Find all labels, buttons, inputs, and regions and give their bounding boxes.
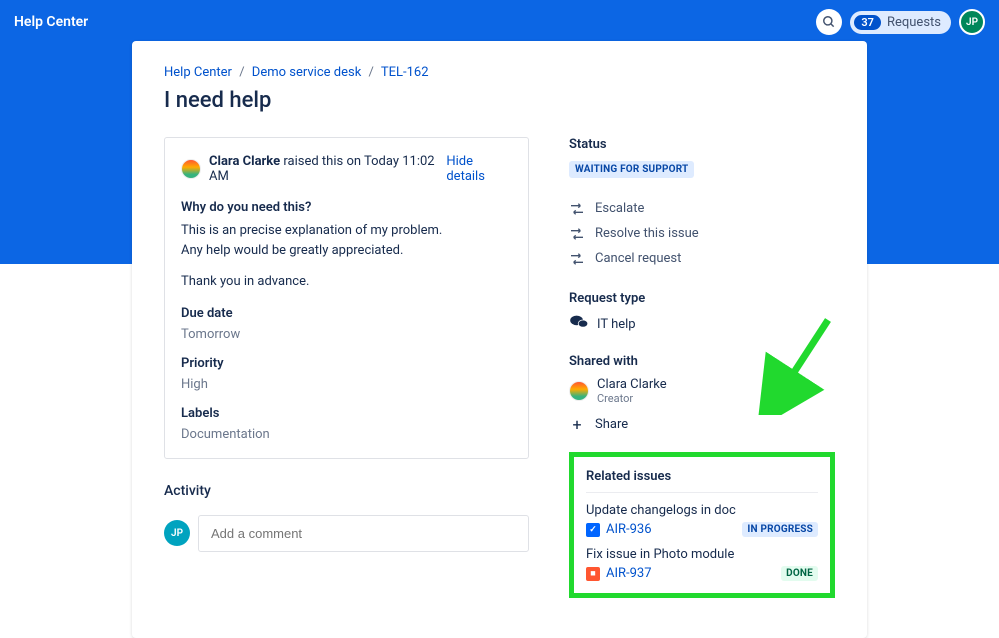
resolve-action[interactable]: Resolve this issue — [569, 221, 835, 246]
request-type-value: IT help — [597, 317, 636, 332]
status-heading: Status — [569, 137, 835, 152]
reporter-name: Clara Clarke — [209, 154, 280, 169]
transition-icon — [569, 202, 585, 216]
share-button[interactable]: + Share — [569, 415, 835, 434]
search-icon — [822, 15, 836, 29]
shared-with-heading: Shared with — [569, 354, 835, 369]
request-type-heading: Request type — [569, 291, 835, 306]
why-label: Why do you need this? — [181, 200, 512, 215]
hide-details-link[interactable]: Hide details — [446, 154, 512, 184]
search-button[interactable] — [816, 9, 842, 35]
related-issue-key[interactable]: AIR-936 — [606, 522, 652, 537]
comment-avatar: JP — [164, 520, 190, 546]
related-issues-panel: Related issues Update changelogs in doc … — [569, 452, 835, 598]
page-title: I need help — [164, 88, 835, 113]
comment-input[interactable] — [198, 515, 529, 552]
related-issue-key[interactable]: AIR-937 — [606, 566, 652, 581]
requests-count-badge: 37 — [854, 15, 881, 30]
related-issue-summary: Fix issue in Photo module — [586, 547, 818, 562]
related-issue-status: DONE — [781, 566, 818, 581]
priority-label: Priority — [181, 356, 512, 371]
brand-title[interactable]: Help Center — [14, 14, 88, 30]
breadcrumb-issue[interactable]: TEL-162 — [381, 65, 429, 80]
requests-label: Requests — [887, 15, 941, 30]
due-date-label: Due date — [181, 306, 512, 321]
shared-role: Creator — [597, 392, 667, 405]
priority-value: High — [181, 377, 512, 392]
issue-type-icon: ■ — [586, 567, 600, 581]
labels-value: Documentation — [181, 427, 512, 442]
shared-name: Clara Clarke — [597, 377, 667, 392]
related-issue: Fix issue in Photo module ■ AIR-937 DONE — [586, 547, 818, 581]
due-date-value: Tomorrow — [181, 327, 512, 342]
issue-type-icon: ✓ — [586, 523, 600, 537]
user-avatar[interactable]: JP — [959, 9, 985, 35]
plus-icon: + — [569, 415, 585, 434]
breadcrumb-project[interactable]: Demo service desk — [252, 65, 362, 80]
related-issue: Update changelogs in doc ✓ AIR-936 IN PR… — [586, 503, 818, 537]
cancel-action[interactable]: Cancel request — [569, 246, 835, 271]
related-issue-summary: Update changelogs in doc — [586, 503, 818, 518]
related-issues-heading: Related issues — [586, 469, 818, 484]
status-badge: WAITING FOR SUPPORT — [569, 161, 694, 178]
related-issue-status: IN PROGRESS — [742, 522, 818, 537]
shared-avatar — [569, 381, 589, 401]
transition-icon — [569, 252, 585, 266]
activity-heading: Activity — [164, 483, 529, 499]
reporter-avatar — [181, 159, 201, 179]
why-body: This is an precise explanation of my pro… — [181, 221, 512, 292]
labels-label: Labels — [181, 406, 512, 421]
breadcrumb-help-center[interactable]: Help Center — [164, 65, 232, 80]
details-panel: Clara Clarke raised this on Today 11:02 … — [164, 137, 529, 459]
breadcrumb: Help Center / Demo service desk / TEL-16… — [164, 65, 835, 80]
transition-icon — [569, 227, 585, 241]
requests-button[interactable]: 37 Requests — [850, 11, 951, 34]
chat-icon — [569, 314, 589, 334]
escalate-action[interactable]: Escalate — [569, 196, 835, 221]
